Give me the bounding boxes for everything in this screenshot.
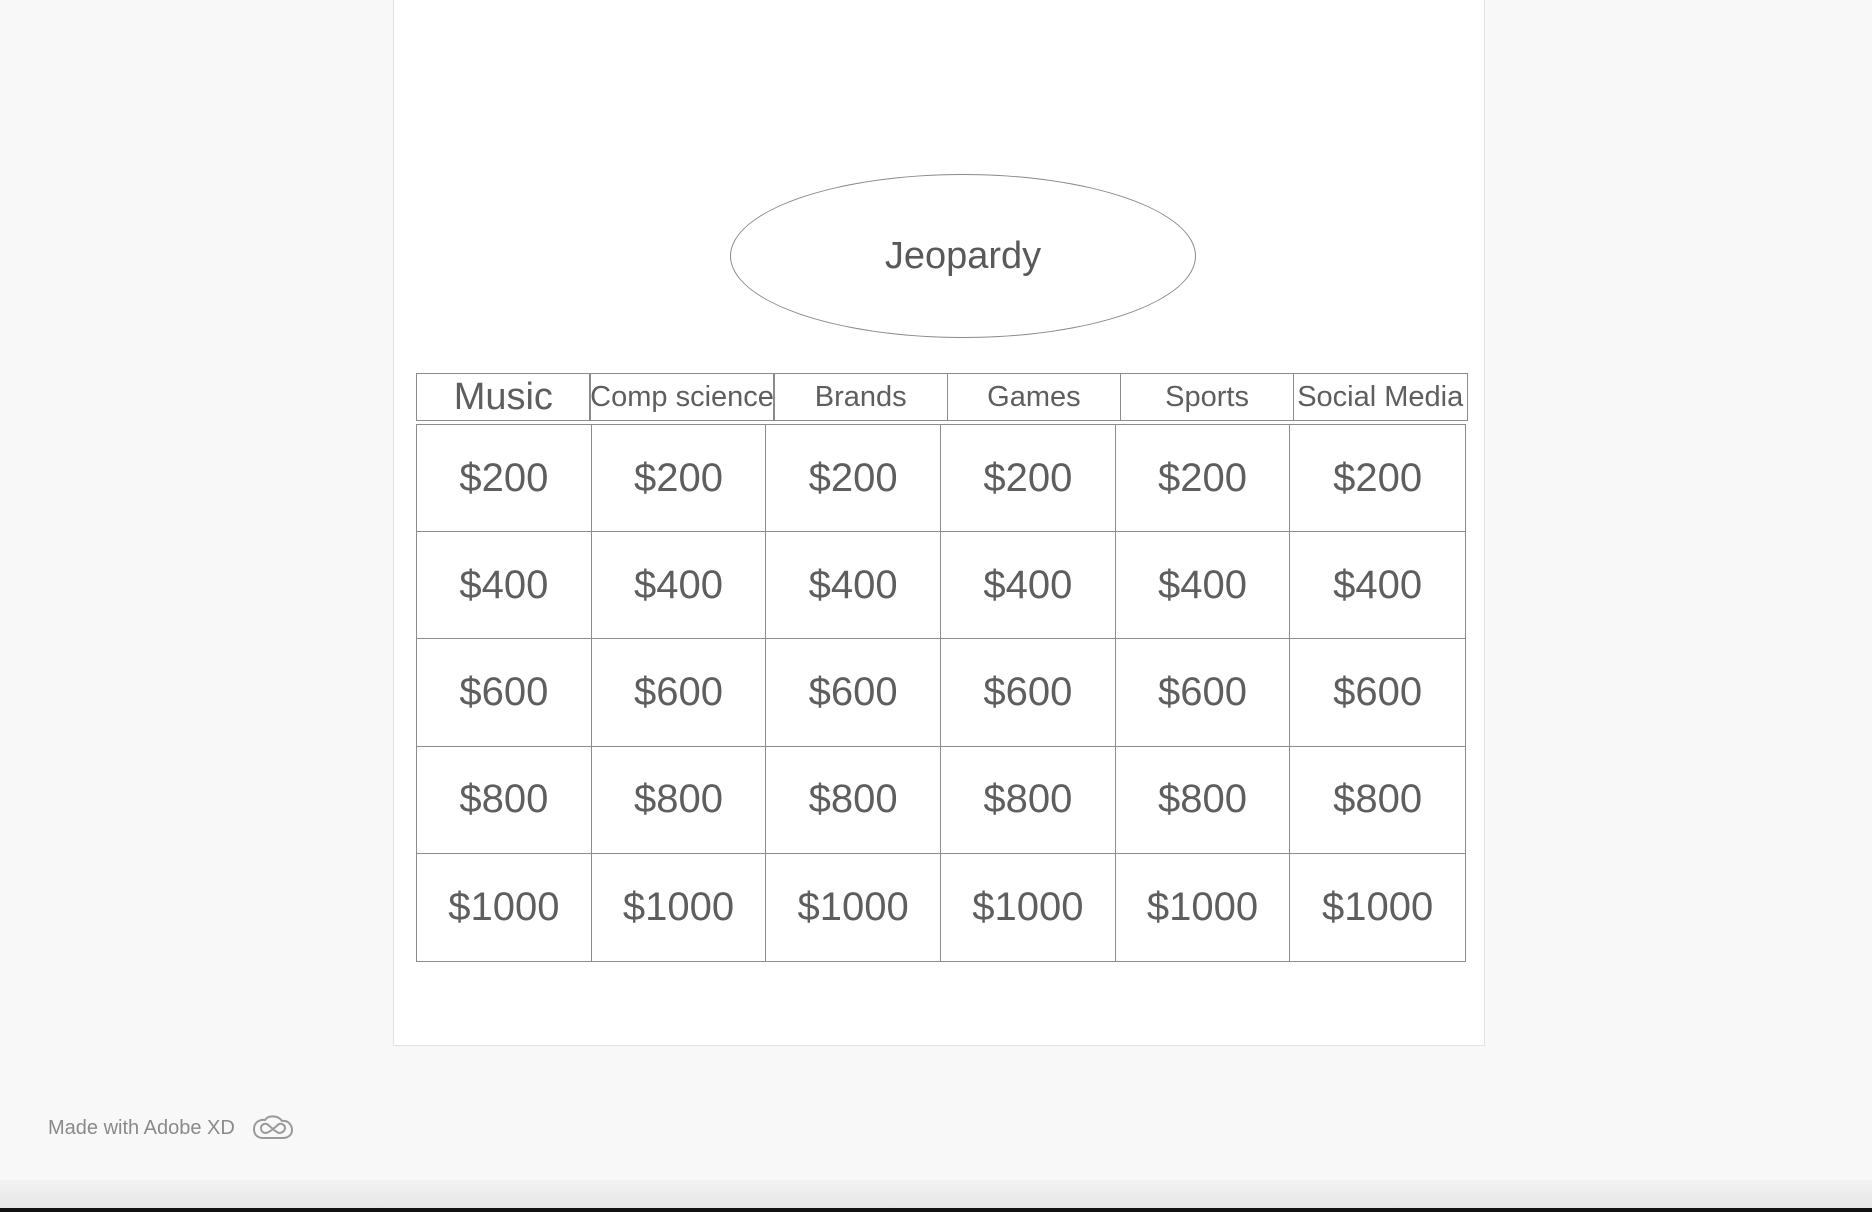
question-cell[interactable]: $800 [1115,746,1291,854]
title-oval: Jeopardy [730,174,1196,338]
made-with-label: Made with Adobe XD [48,1116,235,1139]
question-cell[interactable]: $1000 [1290,854,1465,961]
question-cell[interactable]: $1000 [417,853,592,961]
question-cell[interactable]: $800 [941,746,1116,854]
question-cell[interactable]: $400 [417,532,592,640]
creative-cloud-icon [252,1115,293,1139]
question-cell[interactable]: $200 [1115,425,1291,533]
question-cell[interactable]: $800 [591,746,767,854]
question-cell[interactable]: $1000 [766,853,941,961]
question-cell[interactable]: $600 [766,639,941,747]
question-cell[interactable]: $400 [1115,532,1291,640]
bottom-edge [0,1180,1872,1212]
category-header-games: Games [946,373,1122,421]
question-cell[interactable]: $400 [1290,532,1465,640]
artboard: Jeopardy Music Comp science Brands Games… [393,0,1485,1046]
xd-prototype-viewer: Jeopardy Music Comp science Brands Games… [0,0,1872,1212]
question-cell[interactable]: $200 [941,425,1116,533]
category-header-sports: Sports [1119,373,1295,421]
game-title: Jeopardy [884,234,1042,277]
question-cell[interactable]: $800 [1290,747,1465,854]
question-cell[interactable]: $200 [417,425,592,533]
question-cell[interactable]: $800 [417,746,592,854]
question-cell[interactable]: $600 [1115,639,1291,747]
question-cell[interactable]: $800 [766,746,941,854]
made-with-xd-badge[interactable]: Made with Adobe XD [48,1112,295,1144]
category-header-row: Music Comp science Brands Games Sports S… [416,373,1468,421]
question-cell[interactable]: $200 [766,425,941,533]
question-cell[interactable]: $1000 [1116,853,1291,961]
question-cell[interactable]: $400 [766,532,941,640]
question-cell[interactable]: $400 [591,532,767,640]
question-cell[interactable]: $600 [417,639,592,747]
question-cell[interactable]: $1000 [941,853,1116,961]
category-header-social-media: Social Media [1292,373,1468,421]
category-header-music: Music [416,373,591,421]
question-cell[interactable]: $200 [591,425,767,533]
question-cell[interactable]: $1000 [592,853,767,961]
question-cell[interactable]: $600 [941,639,1116,747]
jeopardy-board: $200 $200 $200 $200 $200 $200 $400 $400 … [416,424,1466,962]
question-cell[interactable]: $600 [591,639,767,747]
question-cell[interactable]: $400 [941,532,1116,640]
question-cell[interactable]: $200 [1290,425,1465,533]
category-header-comp-science: Comp science [589,373,775,421]
question-cell[interactable]: $600 [1290,639,1465,747]
category-header-brands: Brands [773,373,949,421]
